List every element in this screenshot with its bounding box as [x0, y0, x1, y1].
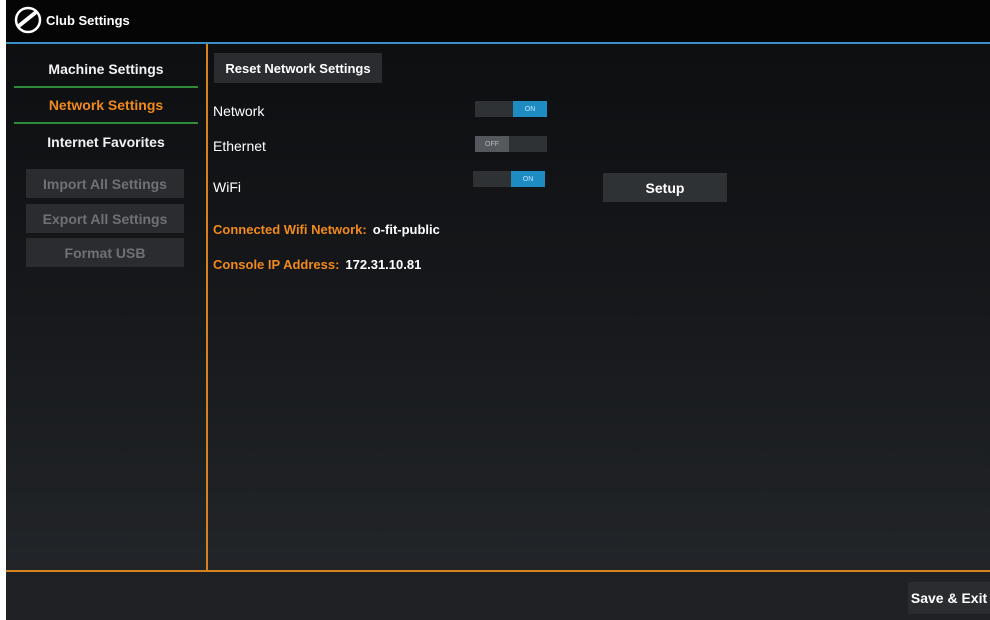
console-ip-value: 172.31.10.81 [345, 257, 422, 272]
brand-logo-icon [14, 6, 42, 34]
reset-network-settings-button[interactable]: Reset Network Settings [214, 53, 382, 83]
connected-wifi-value: o-fit-public [372, 222, 440, 237]
connected-wifi-label: Connected Wifi Network: [213, 222, 367, 237]
toggle-state: OFF [475, 136, 509, 152]
wifi-setup-button[interactable]: Setup [603, 173, 727, 202]
app-title: Club Settings [46, 13, 130, 28]
ethernet-label: Ethernet [213, 138, 266, 154]
export-all-settings-button[interactable]: Export All Settings [26, 204, 184, 233]
format-usb-button[interactable]: Format USB [26, 238, 184, 267]
sidebar-item-machine-settings[interactable]: Machine Settings [14, 52, 198, 86]
footer-bar [6, 572, 990, 620]
toggle-state: ON [513, 101, 547, 117]
ethernet-toggle[interactable]: OFF [475, 136, 547, 152]
import-all-settings-button[interactable]: Import All Settings [26, 169, 184, 198]
club-settings-window: Club Settings Machine Settings Network S… [6, 0, 990, 620]
title-bar: Club Settings [6, 0, 990, 44]
connected-wifi-row: Connected Wifi Network: o-fit-public [213, 222, 440, 237]
wifi-toggle[interactable]: ON [473, 171, 545, 187]
console-ip-row: Console IP Address: 172.31.10.81 [213, 257, 421, 272]
network-label: Network [213, 103, 265, 119]
save-and-exit-button[interactable]: Save & Exit [908, 582, 990, 614]
network-toggle[interactable]: ON [475, 101, 547, 117]
sidebar-item-internet-favorites[interactable]: Internet Favorites [14, 125, 198, 159]
console-ip-label: Console IP Address: [213, 257, 340, 272]
sidebar-item-network-settings[interactable]: Network Settings [14, 88, 198, 122]
wifi-label: WiFi [213, 179, 241, 195]
toggle-state: ON [511, 171, 545, 187]
sidebar-separator [14, 122, 198, 124]
sidebar: Machine Settings Network Settings Intern… [6, 44, 208, 570]
